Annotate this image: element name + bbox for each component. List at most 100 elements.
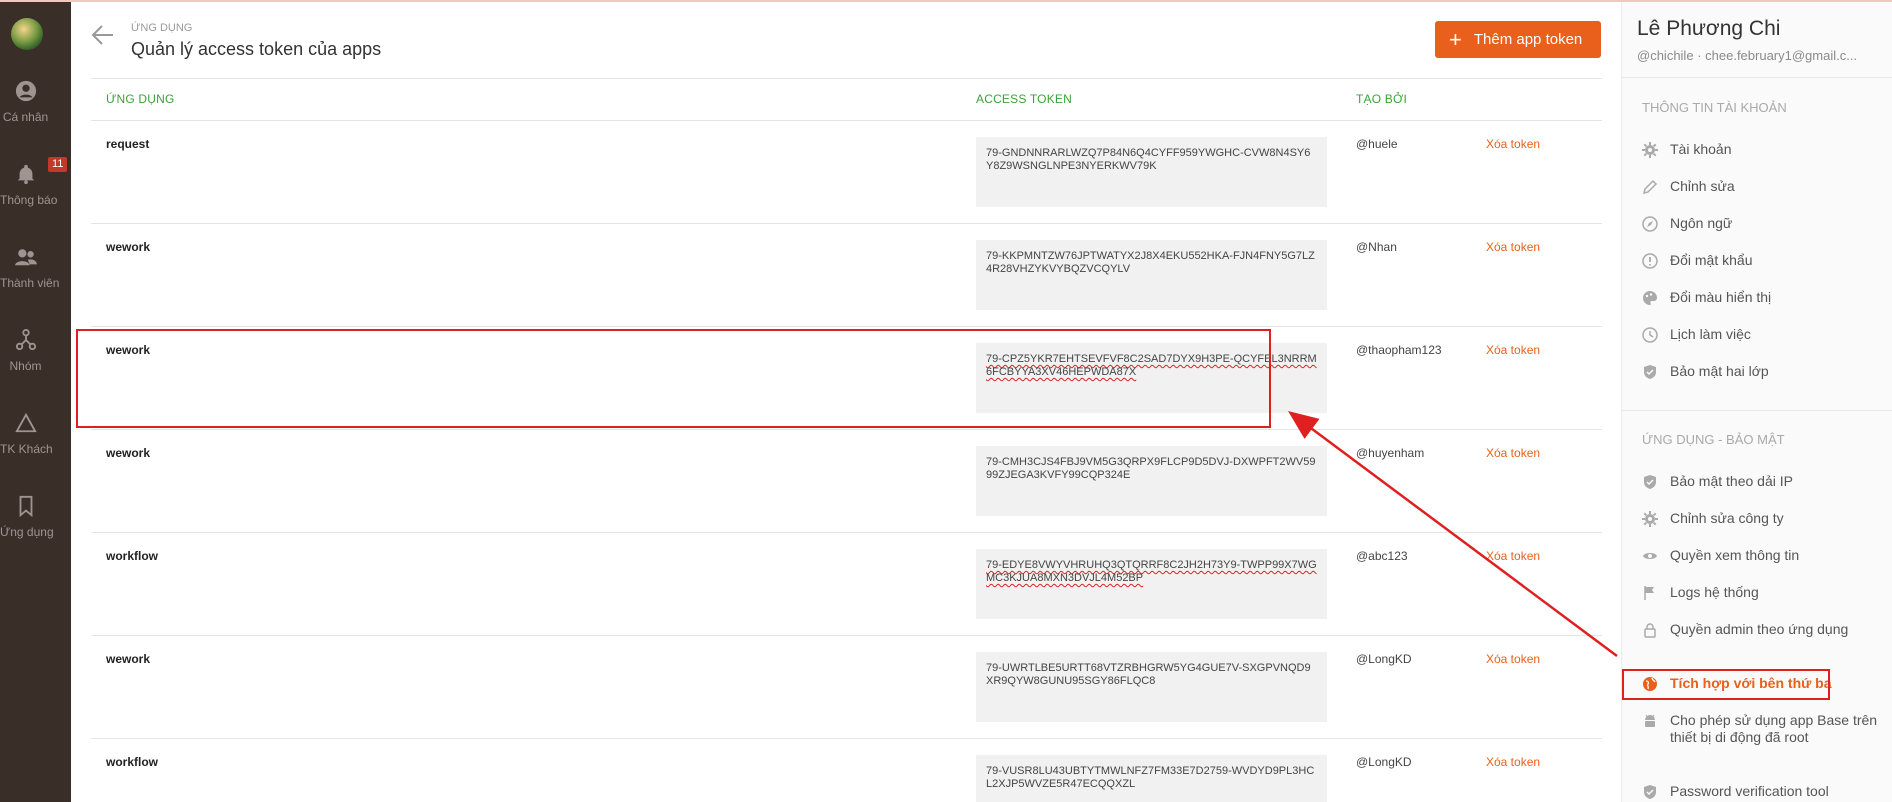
table-row: wework 79-UWRTLBE5URTT68VTZRBHGRW5YG4GUE… xyxy=(91,636,1602,739)
access-token[interactable]: 79-UWRTLBE5URTT68VTZRBHGRW5YG4GUE7V-SXGP… xyxy=(976,652,1327,722)
menu-label: Cho phép sử dụng app Base trên thiết bị … xyxy=(1670,712,1878,745)
menu-change-theme[interactable]: Đổi màu hiển thị xyxy=(1642,289,1882,306)
nav-label: Ứng dụng xyxy=(0,525,54,539)
app-name: workflow xyxy=(106,549,159,563)
access-token[interactable]: 79-VUSR8LU43UBTYTMWLNFZ7FM33E7D2759-WVDY… xyxy=(976,755,1327,802)
delete-token-link[interactable]: Xóa token xyxy=(1486,755,1540,769)
triangle-icon xyxy=(14,412,37,433)
alert-circle-icon xyxy=(1642,253,1658,269)
nav-item-apps[interactable]: Ứng dụng xyxy=(0,495,54,565)
bell-icon xyxy=(17,164,34,185)
table-row: workflow 79-VUSR8LU43UBTYTMWLNFZ7FM33E7D… xyxy=(91,739,1602,802)
compass-icon xyxy=(1642,216,1658,232)
app-name: wework xyxy=(106,652,151,666)
delete-token-link[interactable]: Xóa token xyxy=(1486,240,1540,254)
delete-token-link[interactable]: Xóa token xyxy=(1486,652,1540,666)
menu-label: Bảo mật theo dải IP xyxy=(1670,473,1793,489)
column-header-created-by: TẠO BỞI xyxy=(1356,92,1408,106)
section-title-account: THÔNG TIN TÀI KHOẢN xyxy=(1642,100,1787,115)
menu-admin-by-app[interactable]: Quyền admin theo ứng dụng xyxy=(1642,621,1882,638)
back-arrow-icon[interactable] xyxy=(91,24,115,51)
add-app-token-label: Thêm app token xyxy=(1473,31,1583,48)
nav-item-members[interactable]: Thành viên xyxy=(0,246,60,316)
page-title: Quản lý access token của apps xyxy=(131,39,382,59)
nav-item-notifications[interactable]: Thông báo xyxy=(0,163,58,233)
created-by: @thaopham123 xyxy=(1356,343,1442,357)
nav-item-personal[interactable]: Cá nhân xyxy=(0,80,51,150)
separator-dot: · xyxy=(1697,48,1706,63)
menu-label: Đổi màu hiển thị xyxy=(1670,289,1772,305)
profile-handle: @chichile · chee.february1@gmail.c... xyxy=(1637,48,1892,63)
nav-item-guest-accounts[interactable]: TK Khách xyxy=(0,412,53,482)
table-row: request 79-GNDNNRARLWZQ7P84N6Q4CYFF959YW… xyxy=(91,121,1602,224)
menu-third-party-integration[interactable]: Tích hợp với bên thứ ba xyxy=(1642,675,1882,692)
access-token[interactable]: 79-CPZ5YKR7EHTSEVFVF8C2SAD7DYX9H3PE-QCYF… xyxy=(976,343,1327,413)
created-by: @Nhan xyxy=(1356,240,1397,254)
menu-label: Logs hệ thống xyxy=(1670,584,1759,600)
divider xyxy=(1622,410,1892,411)
column-header-token: ACCESS TOKEN xyxy=(976,92,1072,106)
bookmark-icon xyxy=(19,495,32,517)
menu-label: Lịch làm việc xyxy=(1670,326,1751,342)
app-root: Cá nhân Thông báo 11 Thành viên Nhóm TK … xyxy=(0,0,1892,802)
menu-language[interactable]: Ngôn ngữ xyxy=(1642,215,1882,232)
globe-icon xyxy=(1643,677,1657,691)
menu-label: Đổi mật khẩu xyxy=(1670,252,1753,268)
person-icon xyxy=(15,80,36,102)
menu-two-factor[interactable]: Bảo mật hai lớp xyxy=(1642,363,1882,380)
menu-rooted-device[interactable]: Cho phép sử dụng app Base trên thiết bị … xyxy=(1642,712,1882,746)
gear-icon xyxy=(1642,511,1658,527)
nav-label: Nhóm xyxy=(9,359,42,373)
column-header-app: ỨNG DỤNG xyxy=(106,92,175,106)
menu-label: Tích hợp với bên thứ ba xyxy=(1670,675,1832,691)
menu-view-permission[interactable]: Quyền xem thông tin xyxy=(1642,547,1882,564)
table-row: workflow 79-EDYE8VWYVHRUHQ3QTQRRF8C2JH2H… xyxy=(91,533,1602,636)
menu-password-verification[interactable]: Password verification tool xyxy=(1642,783,1882,800)
access-token[interactable]: 79-EDYE8VWYVHRUHQ3QTQRRF8C2JH2H73Y9-TWPP… xyxy=(976,549,1327,619)
menu-ip-security[interactable]: Bảo mật theo dải IP xyxy=(1642,473,1882,490)
menu-edit-company[interactable]: Chỉnh sửa công ty xyxy=(1642,510,1882,527)
menu-edit[interactable]: Chỉnh sửa xyxy=(1642,178,1882,195)
delete-token-link[interactable]: Xóa token xyxy=(1486,137,1540,151)
nav-label: Thông báo xyxy=(0,193,58,207)
access-token[interactable]: 79-CMH3CJS4FBJ9VM5G3QRPX9FLCP9D5DVJ-DXWP… xyxy=(976,446,1327,516)
delete-token-link[interactable]: Xóa token xyxy=(1486,343,1540,357)
access-token[interactable]: 79-GNDNNRARLWZQ7P84N6Q4CYFF959YWGHC-CVW8… xyxy=(976,137,1327,207)
menu-label: Password verification tool xyxy=(1670,783,1829,799)
access-token[interactable]: 79-KKPMNTZW76JPTWATYX2J8X4EKU552HKA-FJN4… xyxy=(976,240,1327,310)
menu-system-logs[interactable]: Logs hệ thống xyxy=(1642,584,1882,601)
menu-label: Quyền xem thông tin xyxy=(1670,547,1800,563)
profile-username: @chichile xyxy=(1637,48,1694,63)
delete-token-link[interactable]: Xóa token xyxy=(1486,446,1540,460)
divider xyxy=(1622,77,1892,78)
eye-icon xyxy=(1643,553,1657,559)
menu-work-schedule[interactable]: Lịch làm việc xyxy=(1642,326,1882,343)
nav-label: Thành viên xyxy=(0,276,60,290)
group-icon xyxy=(15,329,36,351)
nav-label: TK Khách xyxy=(0,442,53,456)
app-name: request xyxy=(106,137,150,151)
menu-label: Bảo mật hai lớp xyxy=(1670,363,1769,379)
menu-change-password[interactable]: Đổi mật khẩu xyxy=(1642,252,1882,269)
table-top-divider xyxy=(91,78,1602,79)
add-app-token-button[interactable]: + Thêm app token xyxy=(1435,21,1601,58)
menu-label: Ngôn ngữ xyxy=(1670,215,1733,231)
workspace-avatar[interactable] xyxy=(11,18,43,50)
clock-icon xyxy=(1642,327,1658,343)
lock-icon xyxy=(1644,623,1656,638)
table-row: wework 79-CPZ5YKR7EHTSEVFVF8C2SAD7DYX9H3… xyxy=(91,327,1602,430)
created-by: @LongKD xyxy=(1356,755,1412,769)
flag-icon xyxy=(1644,586,1654,600)
created-by: @huele xyxy=(1356,137,1398,151)
delete-token-link[interactable]: Xóa token xyxy=(1486,549,1540,563)
menu-label: Quyền admin theo ứng dụng xyxy=(1670,621,1849,637)
table-row: wework 79-CMH3CJS4FBJ9VM5G3QRPX9FLCP9D5D… xyxy=(91,430,1602,533)
notification-badge: 11 xyxy=(48,157,68,172)
nav-item-groups[interactable]: Nhóm xyxy=(0,329,51,399)
section-title-security: ỨNG DỤNG - BẢO MẬT xyxy=(1642,432,1785,447)
menu-label: Tài khoản xyxy=(1670,141,1732,157)
app-name: workflow xyxy=(106,755,159,769)
menu-account[interactable]: Tài khoản xyxy=(1642,141,1882,158)
app-name: wework xyxy=(106,446,151,460)
app-name: wework xyxy=(106,240,151,254)
